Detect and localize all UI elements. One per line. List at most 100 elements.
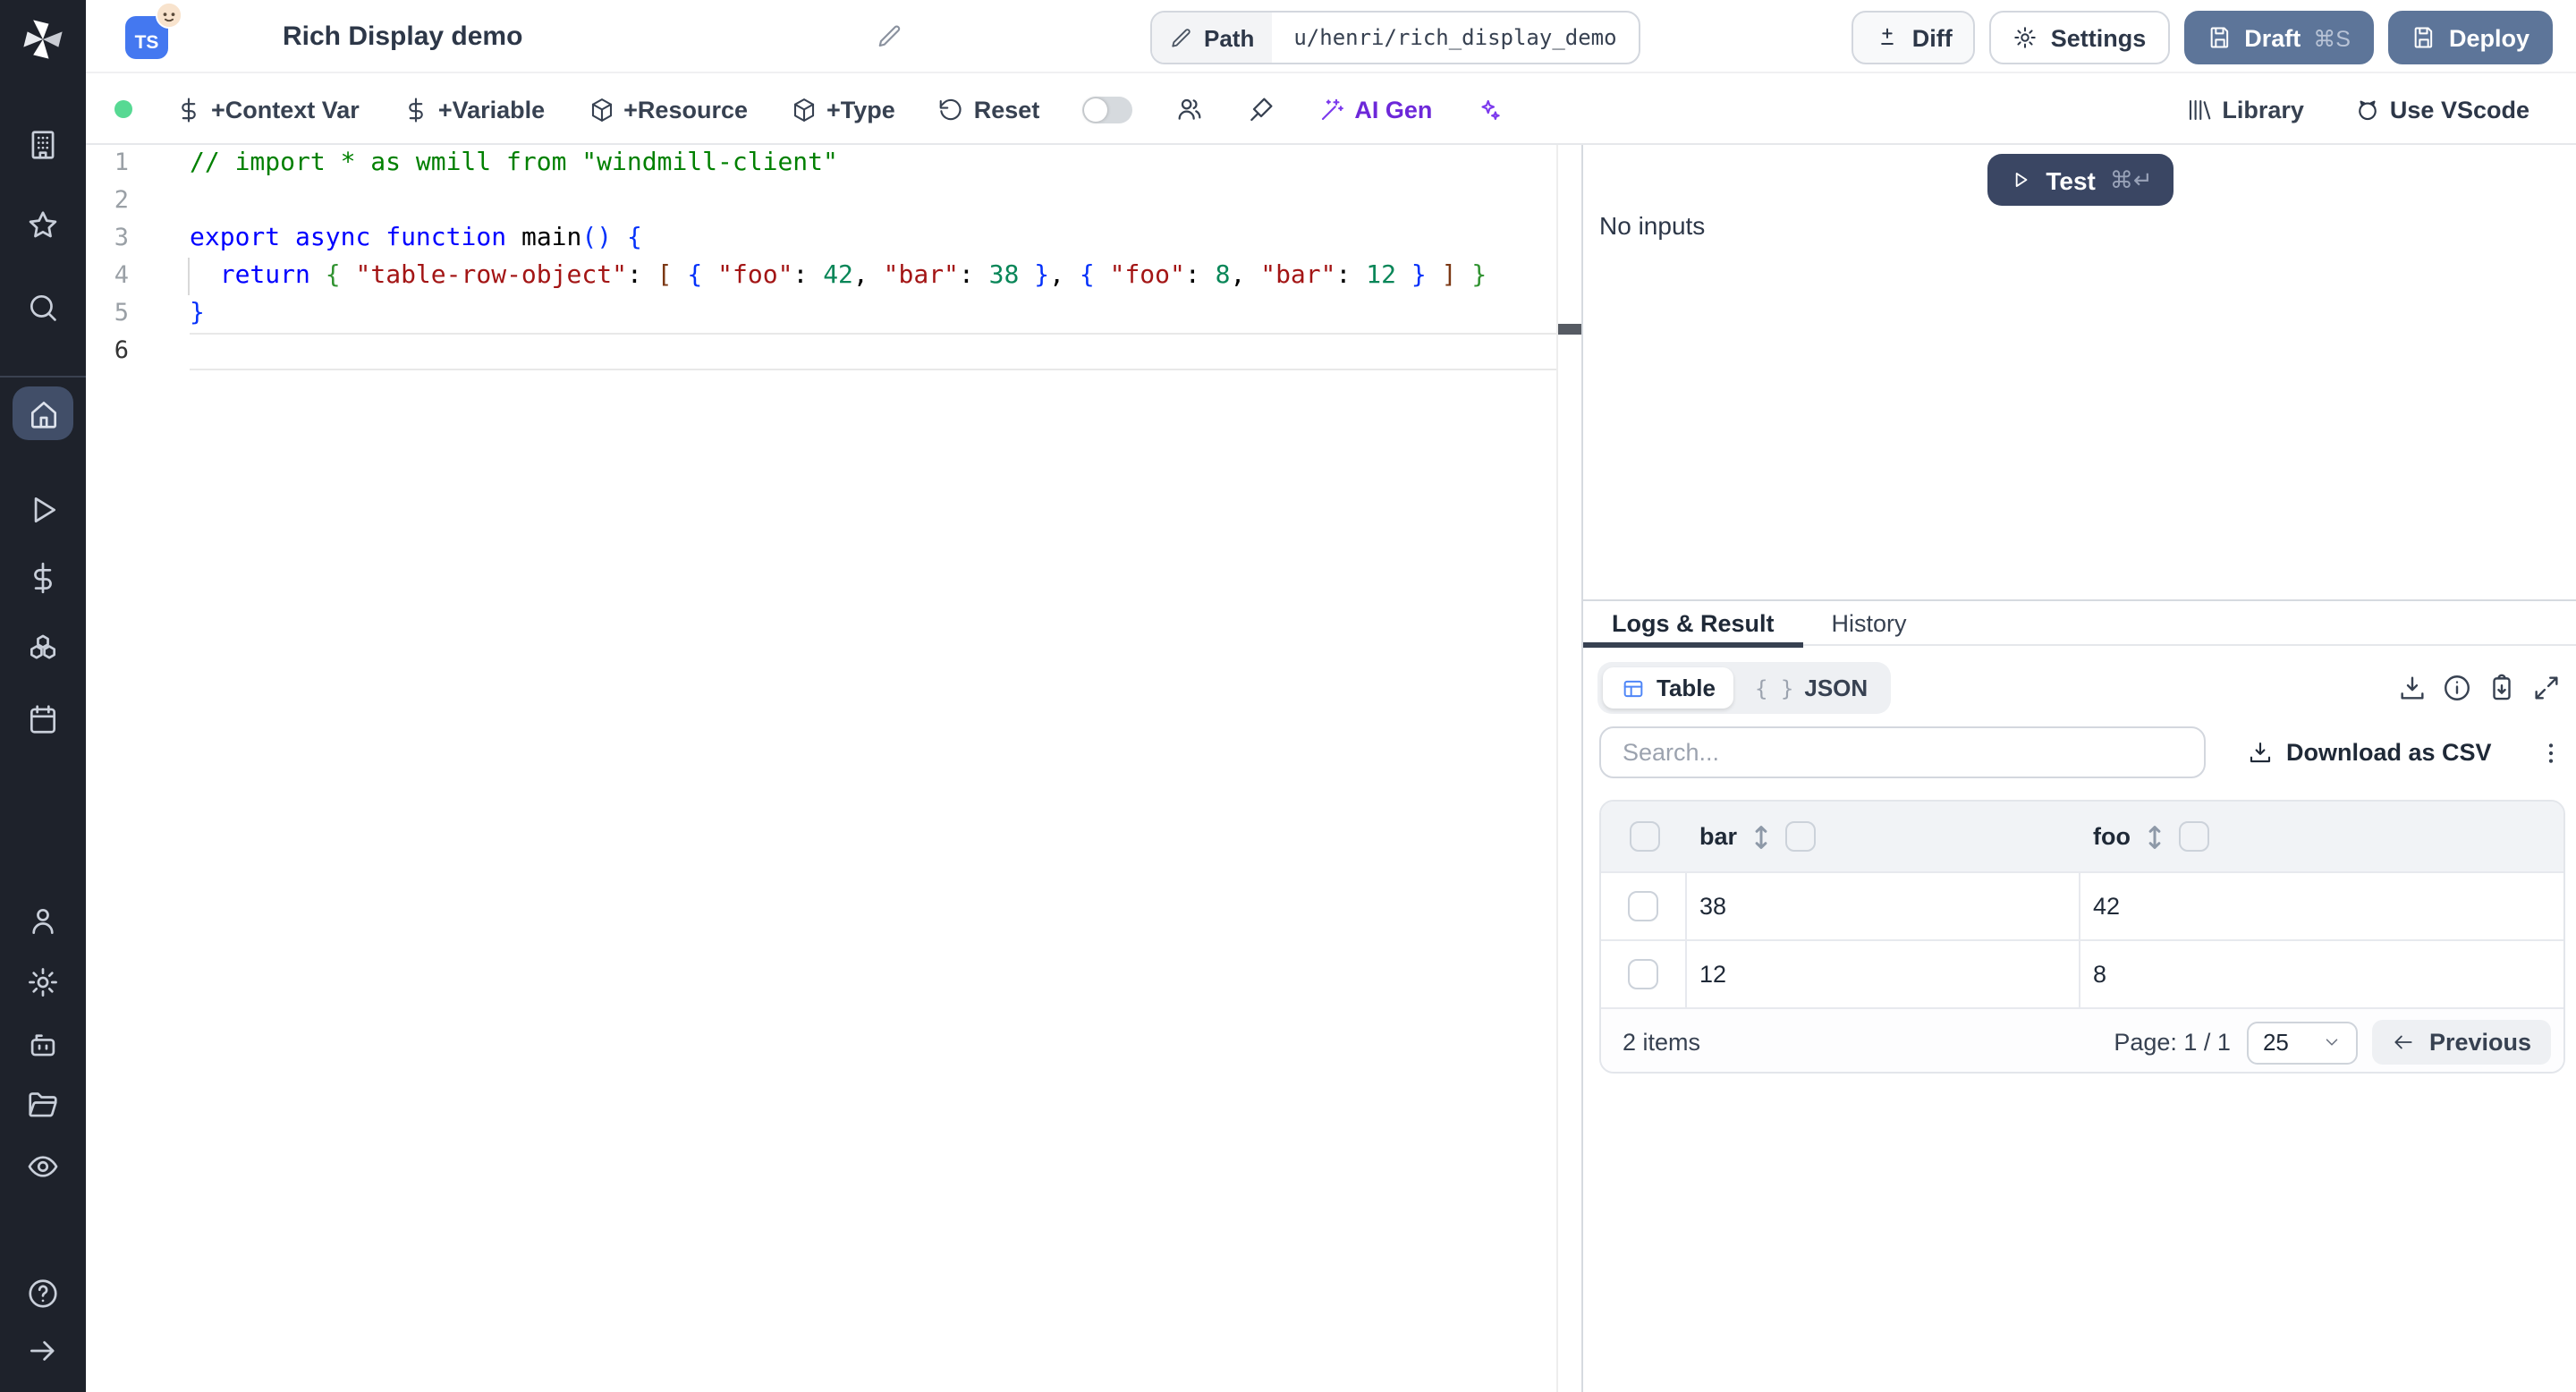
test-button[interactable]: Test ⌘↵ [1987,154,2174,206]
help-icon[interactable] [26,1277,60,1311]
code-line[interactable]: } [190,295,1556,333]
gear-icon [2014,27,2037,48]
search-input[interactable] [1599,726,2206,778]
sidebar-item-runs[interactable] [26,493,60,527]
download-icon[interactable] [2397,673,2428,703]
sidebar-divider [0,376,86,378]
draft-button[interactable]: Draft ⌘S [2183,11,2374,64]
sort-icon[interactable] [2145,824,2165,849]
add-context-var-button[interactable]: +Context Var [175,96,360,123]
table-row[interactable]: 12 8 [1601,939,2563,1007]
info-icon[interactable] [2442,673,2472,703]
row-checkbox[interactable] [1628,959,1658,989]
sidebar [0,0,86,1392]
editor-code[interactable]: // import * as wmill from "windmill-clie… [190,145,1556,370]
page-size-value: 25 [2262,1029,2289,1056]
expand-icon[interactable] [2531,673,2562,703]
chevron-down-icon [2326,1039,2338,1046]
code-line[interactable] [190,182,1556,220]
library-button[interactable]: Library [2186,96,2304,123]
column-filter-checkbox[interactable] [1785,821,1817,852]
add-type-button[interactable]: +Type [791,96,895,123]
path-label-segment: Path [1152,13,1273,63]
deploy-button[interactable]: Deploy [2387,11,2553,64]
more-options-kebab-icon[interactable] [2537,738,2565,767]
sidebar-item-settings[interactable] [26,965,60,999]
code-line[interactable]: return { "table-row-object": [ { "foo": … [190,258,1556,295]
pencil-icon [1172,28,1191,47]
package-icon [793,98,815,121]
format-brush-icon[interactable] [1247,95,1275,123]
windmill-app: TS Rich Display demo Path u/henri/rich_d… [0,0,2576,1392]
workspace-icon[interactable] [26,128,60,162]
settings-button[interactable]: Settings [1989,11,2170,64]
sparkles-icon[interactable] [1475,96,1502,123]
sort-icon[interactable] [1751,824,1771,849]
view-toggle: Table { } JSON [1597,662,1892,714]
previous-page-button[interactable]: Previous [2371,1020,2551,1065]
emoji-badge [156,2,182,29]
table-grid-icon [1621,675,1646,700]
column-filter-checkbox[interactable] [2179,821,2209,852]
sidebar-item-home[interactable] [13,386,73,440]
sidebar-item-workers[interactable] [26,1028,60,1062]
sidebar-item-resources[interactable] [26,632,60,666]
sidebar-item-folders[interactable] [26,1089,60,1123]
sidebar-item-schedules[interactable] [26,702,60,736]
sidebar-item-audit-logs[interactable] [26,1150,60,1184]
view-table-chip[interactable]: Table [1603,667,1733,709]
scrollbar-marker[interactable] [1558,324,1581,335]
use-vscode-label: Use VScode [2389,96,2529,123]
download-csv-button[interactable]: Download as CSV [2247,739,2492,766]
collaborators-icon[interactable] [1175,95,1204,123]
diff-button[interactable]: Diff [1851,11,1976,64]
windmill-logo-icon[interactable] [20,16,66,72]
add-resource-button[interactable]: +Resource [588,96,748,123]
library-label: Library [2222,96,2304,123]
code-line[interactable]: export async function main() { [190,220,1556,258]
expand-sidebar-arrow-icon[interactable] [26,1334,60,1368]
line-number: 6 [114,336,129,365]
copy-result-icon[interactable] [2487,673,2517,703]
code-line[interactable] [190,333,1556,370]
table-controls: Download as CSV [1599,726,2562,778]
page-indicator: Page: 1 / 1 [2114,1029,2231,1056]
row-checkbox[interactable] [1628,891,1658,921]
diff-icon [1880,28,1894,45]
add-variable-button[interactable]: +Variable [402,96,545,123]
column-header-foo: foo [2093,823,2131,850]
view-json-chip[interactable]: { } JSON [1737,667,1885,709]
tab-history[interactable]: History [1803,601,1936,644]
select-all-checkbox[interactable] [1629,821,1659,852]
code-line[interactable]: // import * as wmill from "windmill-clie… [190,145,1556,182]
edit-title-pencil-icon[interactable] [877,23,903,59]
search-icon[interactable] [26,291,60,325]
ai-gen-button[interactable]: AI Gen [1318,96,1432,123]
sidebar-item-users[interactable] [26,904,60,938]
page-size-select[interactable]: 25 [2246,1021,2358,1064]
table-row[interactable]: 38 42 [1601,871,2563,939]
save-icon [2414,27,2433,48]
table-header: bar foo [1601,802,2563,871]
arrow-left-icon [2394,1035,2412,1049]
path-chip[interactable]: Path u/henri/rich_display_demo [1150,11,1640,64]
favorites-star-icon[interactable] [26,208,60,242]
tab-logs-result[interactable]: Logs & Result [1583,601,1803,648]
diff-mode-toggle[interactable] [1082,96,1133,123]
library-icon [2190,98,2211,120]
add-variable-label: +Variable [437,96,546,123]
play-icon [2015,173,2027,187]
path-label: Path [1204,24,1255,51]
code-editor[interactable]: 1 2 3 4 5 6 // import * as wmill from "windmi… [86,145,1581,1392]
magic-wand-icon [1322,98,1344,120]
path-value[interactable]: u/henri/rich_display_demo [1272,13,1638,63]
braces-icon: { } [1755,675,1794,700]
draft-label: Draft [2244,24,2301,51]
reset-button[interactable]: Reset [938,96,1039,123]
draft-shortcut: ⌘S [2313,26,2351,51]
overview-ruler[interactable] [1556,145,1581,1392]
use-vscode-button[interactable]: Use VScode [2354,96,2529,123]
sidebar-item-variables[interactable] [26,561,60,595]
save-icon [2209,27,2228,48]
view-table-label: Table [1657,675,1716,701]
